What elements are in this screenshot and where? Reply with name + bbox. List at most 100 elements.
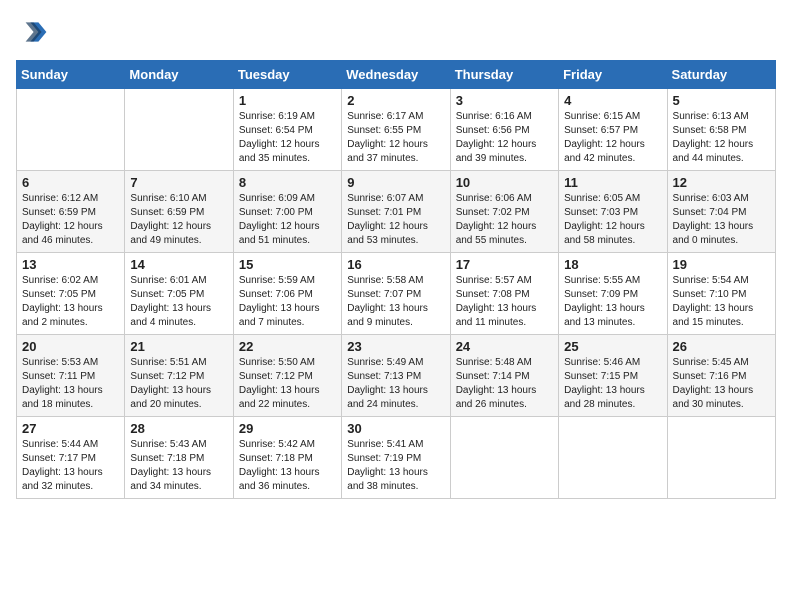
day-number: 9 (347, 175, 444, 190)
day-number: 5 (673, 93, 770, 108)
day-info: Sunrise: 5:48 AM Sunset: 7:14 PM Dayligh… (456, 356, 553, 412)
calendar-cell: 29 Sunrise: 5:42 AM Sunset: 7:18 PM Dayli… (233, 417, 341, 499)
day-info: Sunrise: 6:19 AM Sunset: 6:54 PM Dayligh… (239, 110, 336, 166)
day-info: Sunrise: 5:41 AM Sunset: 7:19 PM Dayligh… (347, 438, 444, 494)
calendar-cell (667, 417, 775, 499)
day-info: Sunrise: 5:58 AM Sunset: 7:07 PM Dayligh… (347, 274, 444, 330)
day-number: 20 (22, 339, 119, 354)
calendar-cell: 9 Sunrise: 6:07 AM Sunset: 7:01 PM Daylig… (342, 171, 450, 253)
day-info: Sunrise: 5:43 AM Sunset: 7:18 PM Dayligh… (130, 438, 227, 494)
day-number: 15 (239, 257, 336, 272)
day-number: 25 (564, 339, 661, 354)
day-info: Sunrise: 5:50 AM Sunset: 7:12 PM Dayligh… (239, 356, 336, 412)
calendar-cell (125, 89, 233, 171)
day-number: 16 (347, 257, 444, 272)
day-info: Sunrise: 5:59 AM Sunset: 7:06 PM Dayligh… (239, 274, 336, 330)
day-number: 7 (130, 175, 227, 190)
day-number: 10 (456, 175, 553, 190)
day-number: 4 (564, 93, 661, 108)
day-info: Sunrise: 5:51 AM Sunset: 7:12 PM Dayligh… (130, 356, 227, 412)
calendar-cell: 25 Sunrise: 5:46 AM Sunset: 7:15 PM Dayli… (559, 335, 667, 417)
day-info: Sunrise: 6:03 AM Sunset: 7:04 PM Dayligh… (673, 192, 770, 248)
day-info: Sunrise: 6:12 AM Sunset: 6:59 PM Dayligh… (22, 192, 119, 248)
day-number: 3 (456, 93, 553, 108)
calendar-cell: 4 Sunrise: 6:15 AM Sunset: 6:57 PM Daylig… (559, 89, 667, 171)
calendar-cell: 17 Sunrise: 5:57 AM Sunset: 7:08 PM Dayli… (450, 253, 558, 335)
weekday-header: Friday (559, 61, 667, 89)
day-info: Sunrise: 5:44 AM Sunset: 7:17 PM Dayligh… (22, 438, 119, 494)
day-number: 26 (673, 339, 770, 354)
calendar-cell: 6 Sunrise: 6:12 AM Sunset: 6:59 PM Daylig… (17, 171, 125, 253)
day-info: Sunrise: 6:16 AM Sunset: 6:56 PM Dayligh… (456, 110, 553, 166)
weekday-header: Tuesday (233, 61, 341, 89)
calendar-cell: 12 Sunrise: 6:03 AM Sunset: 7:04 PM Dayli… (667, 171, 775, 253)
calendar-cell: 16 Sunrise: 5:58 AM Sunset: 7:07 PM Dayli… (342, 253, 450, 335)
day-info: Sunrise: 6:07 AM Sunset: 7:01 PM Dayligh… (347, 192, 444, 248)
day-number: 27 (22, 421, 119, 436)
calendar-cell (17, 89, 125, 171)
weekday-header: Saturday (667, 61, 775, 89)
day-number: 19 (673, 257, 770, 272)
day-number: 28 (130, 421, 227, 436)
calendar-cell: 13 Sunrise: 6:02 AM Sunset: 7:05 PM Dayli… (17, 253, 125, 335)
weekday-header: Sunday (17, 61, 125, 89)
page-header (16, 16, 776, 48)
day-number: 21 (130, 339, 227, 354)
day-info: Sunrise: 5:49 AM Sunset: 7:13 PM Dayligh… (347, 356, 444, 412)
weekday-header: Thursday (450, 61, 558, 89)
calendar-cell: 3 Sunrise: 6:16 AM Sunset: 6:56 PM Daylig… (450, 89, 558, 171)
weekday-header: Wednesday (342, 61, 450, 89)
day-number: 18 (564, 257, 661, 272)
day-info: Sunrise: 5:57 AM Sunset: 7:08 PM Dayligh… (456, 274, 553, 330)
day-info: Sunrise: 5:45 AM Sunset: 7:16 PM Dayligh… (673, 356, 770, 412)
day-number: 13 (22, 257, 119, 272)
calendar-header-row: SundayMondayTuesdayWednesdayThursdayFrid… (17, 61, 776, 89)
day-number: 30 (347, 421, 444, 436)
day-info: Sunrise: 6:05 AM Sunset: 7:03 PM Dayligh… (564, 192, 661, 248)
day-info: Sunrise: 6:13 AM Sunset: 6:58 PM Dayligh… (673, 110, 770, 166)
day-number: 17 (456, 257, 553, 272)
calendar-cell: 11 Sunrise: 6:05 AM Sunset: 7:03 PM Dayli… (559, 171, 667, 253)
calendar-cell: 28 Sunrise: 5:43 AM Sunset: 7:18 PM Dayli… (125, 417, 233, 499)
day-info: Sunrise: 6:17 AM Sunset: 6:55 PM Dayligh… (347, 110, 444, 166)
calendar-cell: 5 Sunrise: 6:13 AM Sunset: 6:58 PM Daylig… (667, 89, 775, 171)
calendar-cell: 23 Sunrise: 5:49 AM Sunset: 7:13 PM Dayli… (342, 335, 450, 417)
day-info: Sunrise: 5:46 AM Sunset: 7:15 PM Dayligh… (564, 356, 661, 412)
calendar-cell: 26 Sunrise: 5:45 AM Sunset: 7:16 PM Dayli… (667, 335, 775, 417)
calendar-cell (450, 417, 558, 499)
day-info: Sunrise: 6:09 AM Sunset: 7:00 PM Dayligh… (239, 192, 336, 248)
day-info: Sunrise: 5:53 AM Sunset: 7:11 PM Dayligh… (22, 356, 119, 412)
logo-icon (16, 16, 48, 48)
day-number: 8 (239, 175, 336, 190)
calendar-week-row: 1Sunrise: 6:19 AM Sunset: 6:54 PM Daylig… (17, 89, 776, 171)
calendar-cell: 8 Sunrise: 6:09 AM Sunset: 7:00 PM Daylig… (233, 171, 341, 253)
calendar-week-row: 20 Sunrise: 5:53 AM Sunset: 7:11 PM Dayli… (17, 335, 776, 417)
day-number: 23 (347, 339, 444, 354)
calendar-week-row: 13 Sunrise: 6:02 AM Sunset: 7:05 PM Dayli… (17, 253, 776, 335)
day-number: 2 (347, 93, 444, 108)
day-info: Sunrise: 6:10 AM Sunset: 6:59 PM Dayligh… (130, 192, 227, 248)
calendar-cell: 20 Sunrise: 5:53 AM Sunset: 7:11 PM Dayli… (17, 335, 125, 417)
calendar-cell: 2 Sunrise: 6:17 AM Sunset: 6:55 PM Daylig… (342, 89, 450, 171)
day-info: Sunrise: 6:02 AM Sunset: 7:05 PM Dayligh… (22, 274, 119, 330)
day-number: 14 (130, 257, 227, 272)
calendar-cell: 15 Sunrise: 5:59 AM Sunset: 7:06 PM Dayli… (233, 253, 341, 335)
calendar-week-row: 6 Sunrise: 6:12 AM Sunset: 6:59 PM Daylig… (17, 171, 776, 253)
day-info: Sunrise: 6:15 AM Sunset: 6:57 PM Dayligh… (564, 110, 661, 166)
day-info: Sunrise: 5:42 AM Sunset: 7:18 PM Dayligh… (239, 438, 336, 494)
calendar-cell: 18 Sunrise: 5:55 AM Sunset: 7:09 PM Dayli… (559, 253, 667, 335)
day-number: 24 (456, 339, 553, 354)
day-number: 6 (22, 175, 119, 190)
day-number: 22 (239, 339, 336, 354)
calendar-cell: 27 Sunrise: 5:44 AM Sunset: 7:17 PM Dayli… (17, 417, 125, 499)
day-number: 11 (564, 175, 661, 190)
weekday-header: Monday (125, 61, 233, 89)
day-number: 12 (673, 175, 770, 190)
calendar-table: SundayMondayTuesdayWednesdayThursdayFrid… (16, 60, 776, 499)
day-number: 29 (239, 421, 336, 436)
day-info: Sunrise: 5:55 AM Sunset: 7:09 PM Dayligh… (564, 274, 661, 330)
calendar-cell: 24 Sunrise: 5:48 AM Sunset: 7:14 PM Dayli… (450, 335, 558, 417)
calendar-cell (559, 417, 667, 499)
day-info: Sunrise: 5:54 AM Sunset: 7:10 PM Dayligh… (673, 274, 770, 330)
logo (16, 16, 52, 48)
